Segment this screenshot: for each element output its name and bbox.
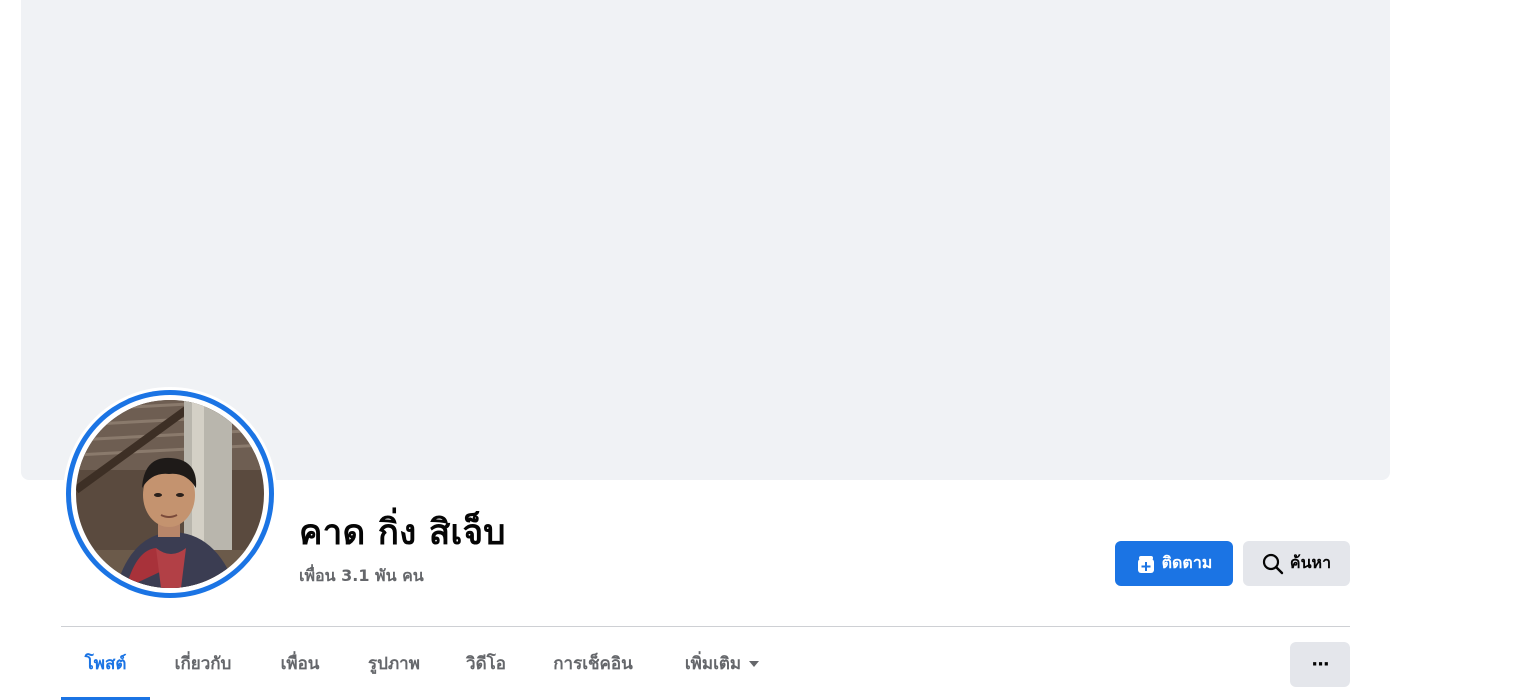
search-button[interactable]: ค้นหา: [1243, 541, 1350, 586]
tab-posts[interactable]: โพสต์: [61, 627, 150, 700]
profile-picture[interactable]: [63, 387, 277, 601]
search-label: ค้นหา: [1289, 553, 1332, 572]
dropdown-caret-icon: [749, 660, 760, 667]
tab-more[interactable]: เพิ่มเติม: [666, 627, 778, 700]
tab-videos[interactable]: วิดีโอ: [451, 627, 521, 700]
profile-name: คาด กิ่ง สิเจ็บ: [299, 513, 506, 553]
avatar: [76, 400, 264, 588]
tab-photos[interactable]: รูปภาพ: [349, 627, 439, 700]
search-icon: [1262, 553, 1284, 575]
friends-count[interactable]: เพื่อน 3.1 พัน คน: [299, 564, 424, 589]
tab-about[interactable]: เกี่ยวกับ: [157, 627, 249, 700]
story-ring: [66, 390, 274, 598]
tab-checkins[interactable]: การเช็คอิน: [537, 627, 649, 700]
avatar-photo: [76, 400, 264, 588]
more-options-button[interactable]: ···: [1290, 642, 1350, 687]
ellipsis-icon: ···: [1311, 654, 1329, 675]
add-friend-plus-icon: [1136, 554, 1156, 574]
follow-button[interactable]: ติดตาม: [1115, 541, 1233, 586]
follow-label: ติดตาม: [1161, 553, 1213, 572]
profile-page: คาด กิ่ง สิเจ็บ เพื่อน 3.1 พัน คน ติดตาม…: [0, 0, 1514, 700]
tab-friends[interactable]: เพื่อน: [263, 627, 337, 700]
